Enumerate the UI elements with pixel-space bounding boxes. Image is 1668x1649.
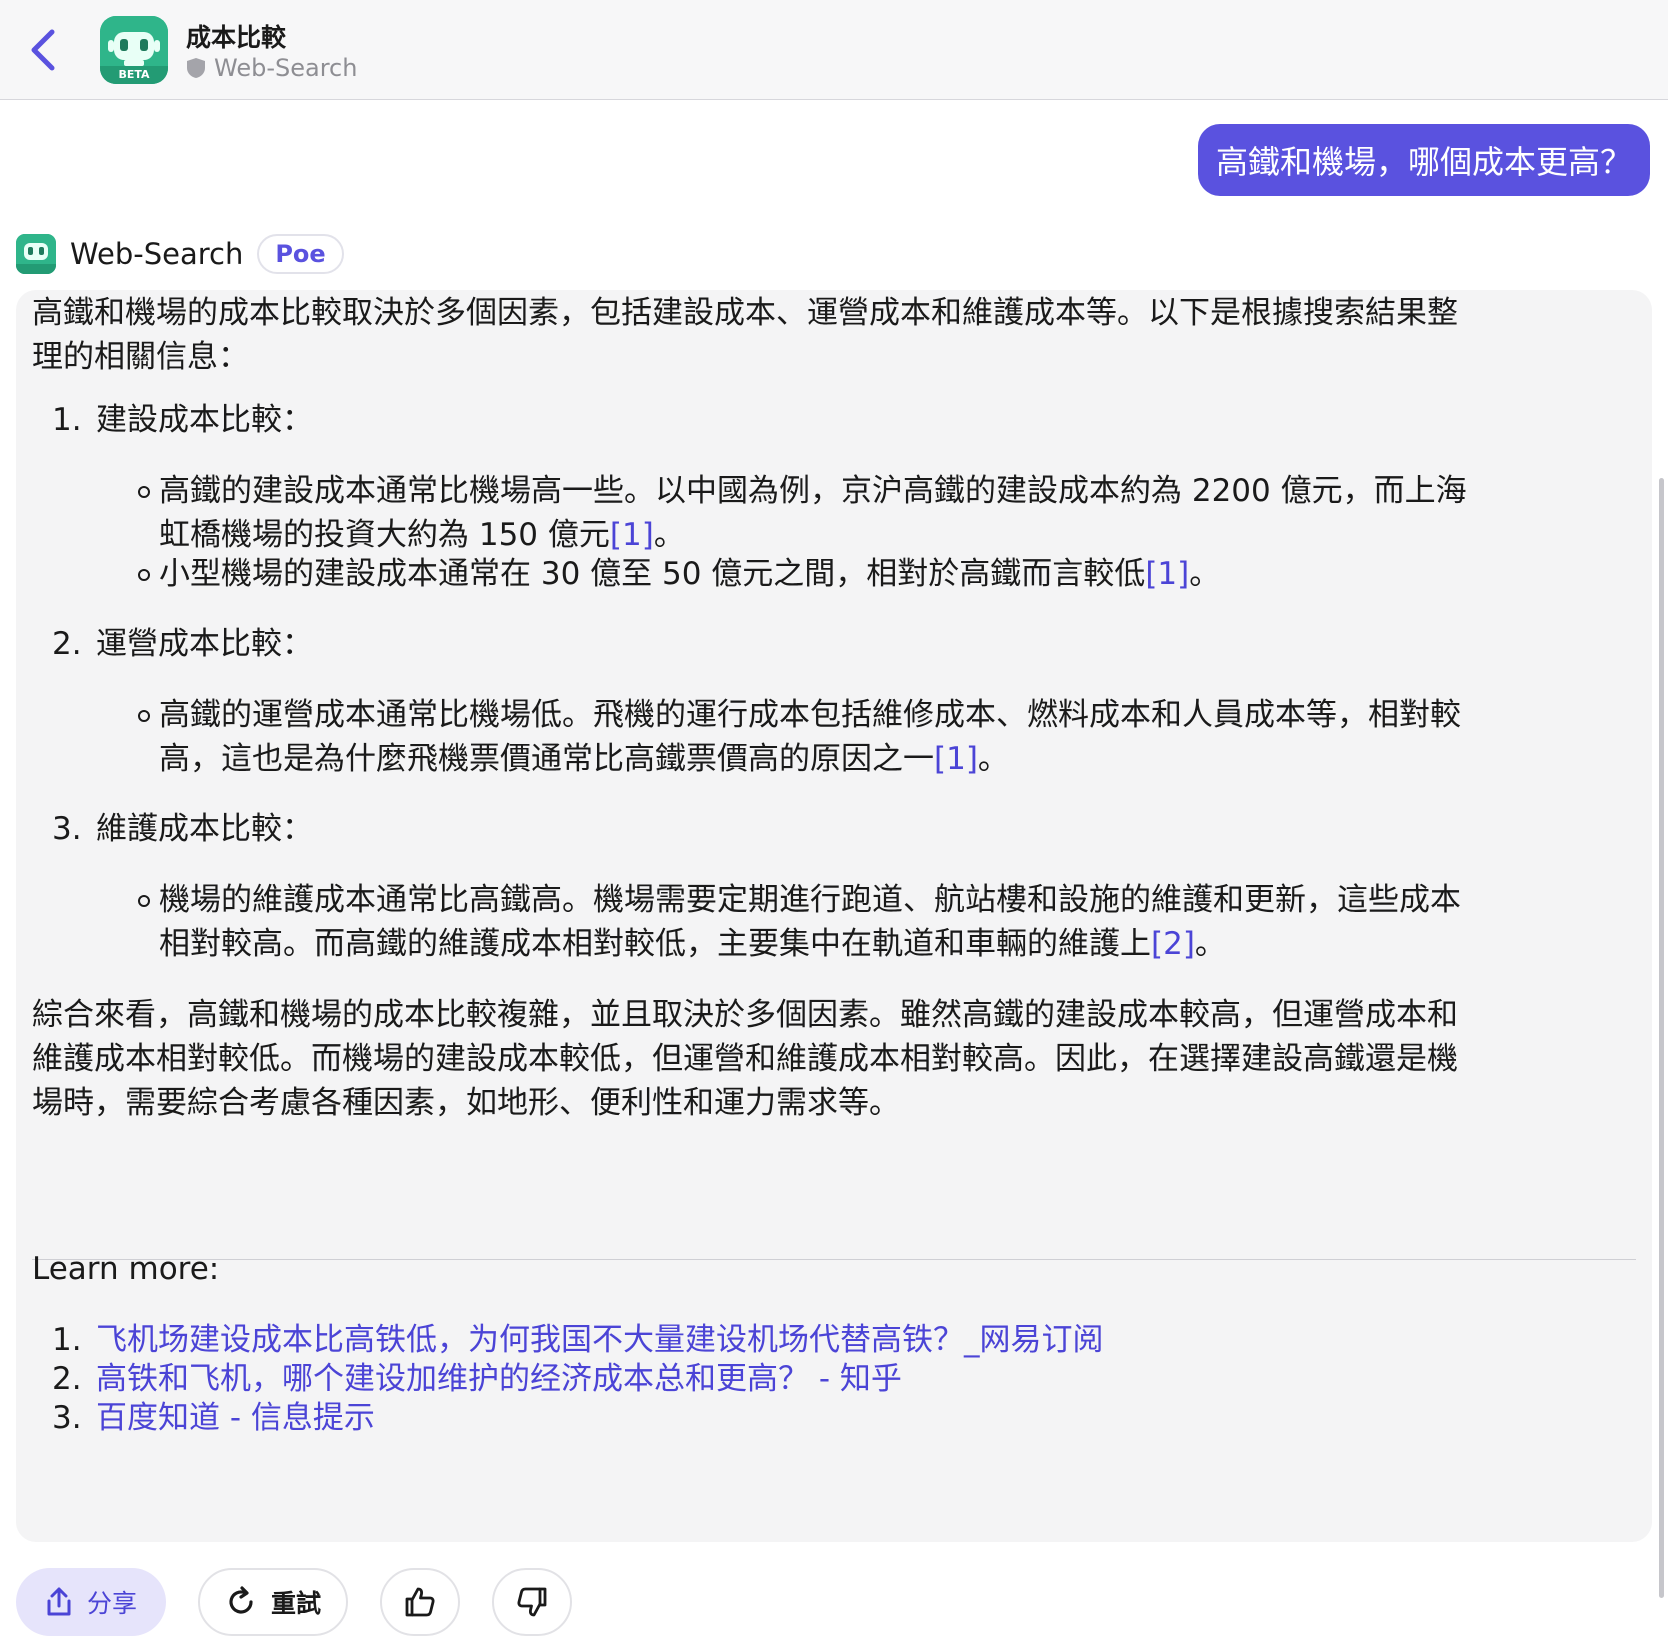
share-button[interactable]: 分享 (16, 1568, 166, 1636)
section-3-bullet-1-line-1: 機場的維護成本通常比高鐵高。機場需要定期進行跑道、航站樓和設施的維護和更新，這些… (159, 882, 1461, 918)
retry-button[interactable]: 重試 (198, 1568, 348, 1636)
citation-link[interactable]: [2] (1151, 926, 1195, 962)
section-1-bullet-2: 小型機場的建設成本通常在 30 億至 50 億元之間，相對於高鐵而言較低[1]。 (159, 556, 1221, 592)
bot-small-avatar[interactable] (16, 234, 56, 274)
section-3-heading: 維護成本比較： (96, 811, 313, 847)
section-1-heading: 建設成本比較： (96, 402, 313, 438)
section-3-number: 3. (52, 811, 82, 847)
intro-line-1: 高鐵和機場的成本比較取決於多個因素，包括建設成本、運營成本和維護成本等。以下是根… (32, 295, 1458, 331)
source-link-3[interactable]: 百度知道 - 信息提示 (96, 1395, 375, 1442)
subtitle-text: Web-Search (214, 54, 358, 82)
section-2-bullet-1-line-2: 高，這也是為什麼飛機票價通常比高鐵票價高的原因之一[1]。 (159, 741, 1009, 777)
citation-link[interactable]: [1] (934, 741, 978, 777)
back-button[interactable] (18, 22, 68, 78)
page-title: 成本比較 (186, 23, 287, 52)
share-icon (47, 1587, 71, 1616)
summary-line-1: 綜合來看，高鐵和機場的成本比較複雜，並且取決於多個因素。雖然高鐵的建設成本較高，… (32, 997, 1458, 1033)
summary-line-3: 場時，需要綜合考慮各種因素，如地形、便利性和運力需求等。 (32, 1085, 900, 1121)
dislike-button[interactable] (492, 1568, 572, 1636)
section-1-bullet-1-line-1: 高鐵的建設成本通常比機場高一些。以中國為例，京沪高鐵的建設成本約為 2200 億… (159, 473, 1467, 509)
citation-link[interactable]: [1] (1145, 556, 1189, 592)
retry-label: 重試 (270, 1589, 321, 1618)
beta-label: BETA (118, 68, 150, 81)
bot-avatar[interactable]: BETA (100, 16, 168, 84)
robot-icon (16, 234, 56, 274)
section-2-bullet-1-line-1: 高鐵的運營成本通常比機場低。飛機的運行成本包括維修成本、燃料成本和人員成本等，相… (159, 697, 1461, 733)
poe-badge: Poe (257, 234, 344, 274)
bot-answer-card: 高鐵和機場的成本比較取決於多個因素，包括建設成本、運營成本和維護成本等。以下是根… (16, 290, 1652, 1542)
learn-more-label: Learn more: (32, 1251, 220, 1287)
refresh-icon (229, 1586, 253, 1614)
section-2-heading: 運營成本比較： (96, 626, 313, 662)
divider (32, 1259, 1636, 1260)
bullet-marker (138, 895, 150, 907)
chat-header: BETA 成本比較 Web-Search (0, 0, 1668, 100)
citation-link[interactable]: [1] (610, 517, 654, 553)
bullet-marker (138, 569, 150, 581)
summary-line-2: 維護成本相對較低。而機場的建設成本較低，但運營和維護成本相對較高。因此，在選擇建… (32, 1041, 1458, 1077)
chevron-left-icon (31, 29, 55, 71)
thumbs-up-icon (405, 1587, 435, 1617)
bot-name[interactable]: Web-Search (70, 237, 243, 271)
section-1-number: 1. (52, 402, 82, 438)
share-label: 分享 (86, 1589, 137, 1618)
section-3-bullet-1-line-2: 相對較高。而高鐵的維護成本相對較低，主要集中在軌道和車輛的維護上[2]。 (159, 926, 1226, 962)
user-message-bubble: 高鐵和機場，哪個成本更高？ (1197, 124, 1650, 196)
section-2-number: 2. (52, 626, 82, 662)
bot-subtitle: Web-Search (186, 54, 357, 82)
bullet-marker (138, 486, 150, 498)
bot-identity: Web-Search Poe (16, 230, 344, 278)
thumbs-down-icon (517, 1587, 547, 1617)
bullet-marker (138, 710, 150, 722)
source-3-number: 3. (52, 1400, 82, 1436)
scrollbar[interactable] (1659, 478, 1664, 1598)
intro-line-2: 理的相關信息： (32, 339, 249, 375)
shield-icon (187, 58, 205, 78)
like-button[interactable] (380, 1568, 460, 1636)
